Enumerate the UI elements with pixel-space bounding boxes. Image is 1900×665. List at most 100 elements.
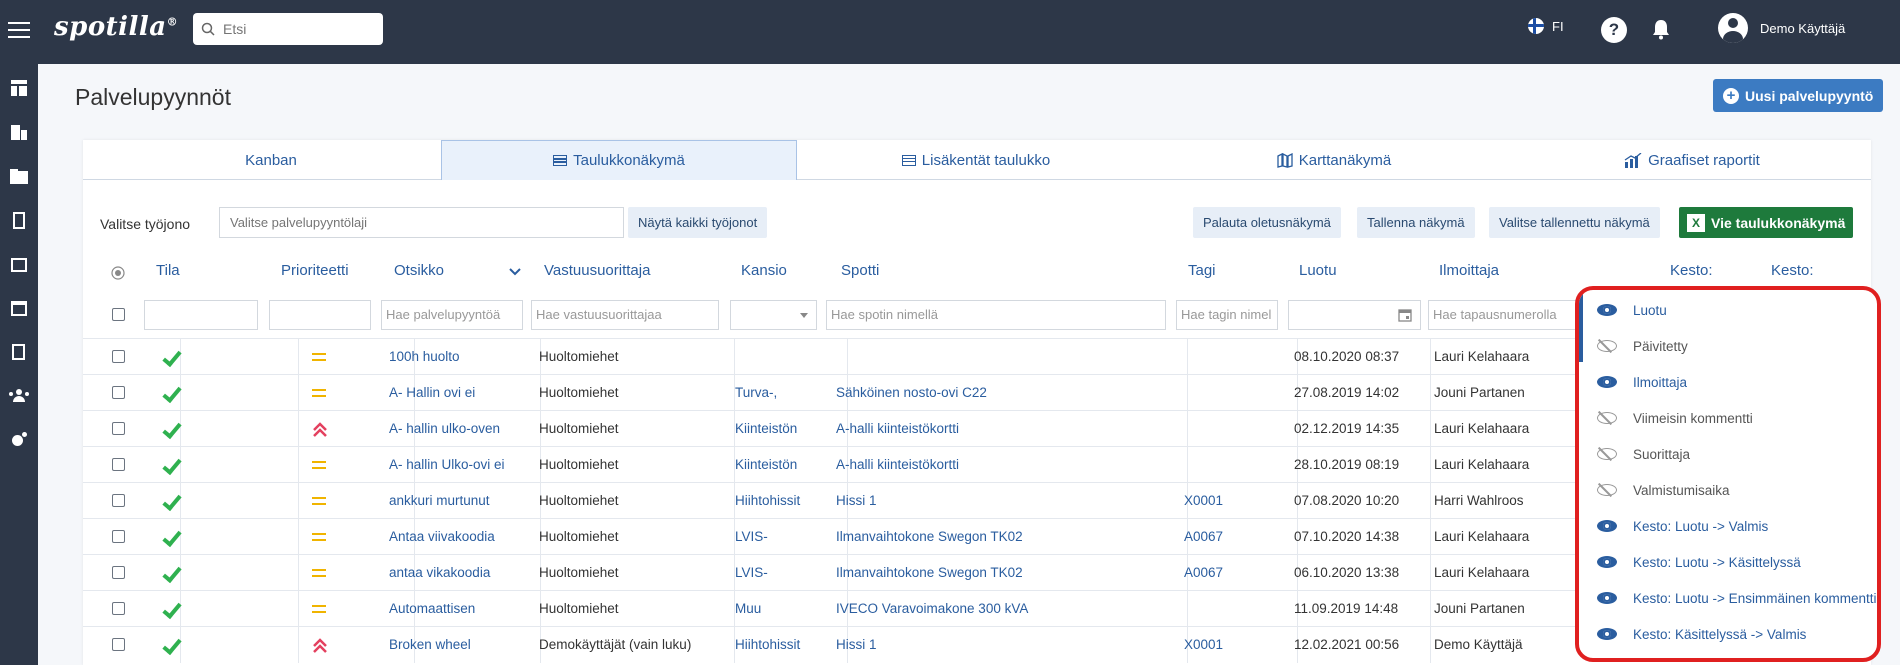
select-saved-view-button[interactable]: Valitse tallennettu näkymä [1489, 207, 1660, 238]
row-checkbox[interactable] [112, 458, 125, 471]
row-checkbox[interactable] [112, 494, 125, 507]
row-folder[interactable] [735, 339, 820, 375]
bell-icon[interactable] [1651, 18, 1671, 40]
row-tag[interactable]: A0067 [1184, 519, 1274, 555]
row-folder[interactable]: Turva-, [735, 375, 820, 411]
export-table-button[interactable]: X Vie taulukkonäkymä [1679, 207, 1854, 238]
column-header-spot[interactable]: Spotti [841, 262, 879, 279]
column-header-tag[interactable]: Tagi [1188, 262, 1216, 279]
row-title[interactable]: A- hallin Ulko-ovi ei [389, 447, 529, 483]
row-title[interactable]: 100h huolto [389, 339, 529, 375]
row-spot[interactable]: A-halli kiinteistökortti [836, 411, 1166, 447]
column-header-responsible[interactable]: Vastuusuorittaja [544, 262, 650, 279]
select-all-settings-icon[interactable] [111, 266, 125, 280]
buildings-icon[interactable] [9, 122, 29, 142]
row-tag[interactable]: A0067 [1184, 555, 1274, 591]
spotilla-logo[interactable]: spotilla® [54, 12, 178, 42]
status-filter[interactable] [144, 300, 258, 330]
user-menu[interactable]: Demo Käyttäjä [1718, 13, 1845, 43]
dashboard-icon[interactable] [9, 78, 29, 98]
row-spot[interactable]: Ilmanvaihtokone Swegon TK02 [836, 555, 1166, 591]
column-toggle-item[interactable]: Ilmoittaja [1579, 364, 1877, 400]
row-checkbox[interactable] [112, 350, 125, 363]
reporter-filter[interactable]: Hae tapausnumerolla [1428, 300, 1578, 330]
column-toggle-item[interactable]: Kesto: Luotu -> Ensimmäinen kommentti [1579, 580, 1877, 616]
show-all-queues-button[interactable]: Näytä kaikki työjonot [628, 207, 768, 238]
column-toggle-item[interactable]: Suorittaja [1579, 436, 1877, 472]
column-header-reporter[interactable]: Ilmoittaja [1439, 262, 1499, 279]
hamburger-menu-icon[interactable] [8, 22, 30, 40]
row-spot[interactable] [836, 339, 1166, 375]
property-icon[interactable] [9, 254, 29, 274]
row-tag[interactable] [1184, 411, 1274, 447]
select-all-checkbox[interactable] [112, 308, 125, 321]
tag-filter[interactable]: Hae tagin nimel [1176, 300, 1278, 330]
row-folder[interactable]: LVIS- [735, 519, 820, 555]
title-filter[interactable]: Hae palvelupyyntöä [381, 300, 523, 330]
row-folder[interactable]: Kiinteistön [735, 411, 820, 447]
row-spot[interactable]: Ilmanvaihtokone Swegon TK02 [836, 519, 1166, 555]
row-folder[interactable]: Hiihtohissit [735, 627, 820, 663]
tab-graphical-reports[interactable]: Graafiset raportit [1513, 140, 1871, 180]
report-icon[interactable] [9, 342, 29, 362]
column-toggle-item[interactable]: Valmistumisaika [1579, 472, 1877, 508]
row-tag[interactable] [1184, 591, 1274, 627]
row-folder[interactable]: Hiihtohissit [735, 483, 820, 519]
row-checkbox[interactable] [112, 638, 125, 651]
row-title[interactable]: A- hallin ulko-oven [389, 411, 529, 447]
row-title[interactable]: Broken wheel [389, 627, 529, 663]
row-checkbox[interactable] [112, 566, 125, 579]
row-folder[interactable]: Muu [735, 591, 820, 627]
row-title[interactable]: A- Hallin ovi ei [389, 375, 529, 411]
row-tag[interactable]: X0001 [1184, 627, 1274, 663]
column-header-status[interactable]: Tila [156, 262, 180, 279]
column-header-folder[interactable]: Kansio [741, 262, 787, 279]
folder-icon[interactable] [9, 166, 29, 186]
settings-icon[interactable] [9, 430, 29, 450]
responsible-filter[interactable]: Hae vastuusuorittajaa [531, 300, 719, 330]
column-toggle-item[interactable]: Kesto: Käsittelyssä -> Valmis [1579, 616, 1877, 652]
row-checkbox[interactable] [112, 422, 125, 435]
row-checkbox[interactable] [112, 386, 125, 399]
tab-table-view[interactable]: Taulukkonäkymä [441, 140, 797, 180]
spot-filter[interactable]: Hae spotin nimellä [826, 300, 1166, 330]
row-tag[interactable] [1184, 447, 1274, 483]
row-tag[interactable] [1184, 339, 1274, 375]
row-title[interactable]: ankkuri murtunut [389, 483, 529, 519]
priority-filter[interactable] [269, 300, 371, 330]
calendar-icon[interactable] [9, 298, 29, 318]
row-spot[interactable]: A-halli kiinteistökortti [836, 447, 1166, 483]
tab-extra-fields-table[interactable]: Lisäkentät taulukko [797, 140, 1155, 180]
global-search-input[interactable] [221, 20, 371, 38]
new-service-request-button[interactable]: + Uusi palvelupyyntö [1713, 79, 1884, 112]
row-folder[interactable]: Kiinteistön [735, 447, 820, 483]
row-title[interactable]: antaa vikakoodia [389, 555, 529, 591]
language-selector[interactable]: FI [1528, 18, 1564, 34]
reset-view-button[interactable]: Palauta oletusnäkymä [1193, 207, 1341, 238]
global-search[interactable] [193, 13, 383, 45]
row-spot[interactable]: Sähköinen nosto-ovi C22 [836, 375, 1166, 411]
column-toggle-item[interactable]: Luotu [1579, 292, 1877, 328]
clipboard-icon[interactable] [9, 210, 29, 230]
row-folder[interactable]: LVIS- [735, 555, 820, 591]
row-tag[interactable]: X0001 [1184, 483, 1274, 519]
row-title[interactable]: Antaa viivakoodia [389, 519, 529, 555]
row-checkbox[interactable] [112, 530, 125, 543]
help-icon[interactable]: ? [1601, 17, 1627, 43]
row-spot[interactable]: Hissi 1 [836, 483, 1166, 519]
column-toggle-item[interactable]: Viimeisin kommentti [1579, 400, 1877, 436]
column-header-created[interactable]: Luotu [1299, 262, 1337, 279]
column-toggle-item[interactable]: Kesto: Luotu -> Valmis [1579, 508, 1877, 544]
created-date-filter[interactable] [1288, 300, 1421, 330]
row-checkbox[interactable] [112, 602, 125, 615]
calendar-icon[interactable] [1398, 308, 1412, 322]
tab-kanban[interactable]: Kanban [83, 140, 441, 180]
folder-filter[interactable] [730, 300, 817, 330]
row-title[interactable]: Automaattisen [389, 591, 529, 627]
tab-map-view[interactable]: Karttanäkymä [1155, 140, 1513, 180]
users-icon[interactable] [9, 386, 29, 406]
column-header-duration-1[interactable]: Kesto: [1670, 262, 1713, 279]
column-toggle-item[interactable]: Kesto: Luotu -> Käsittelyssä [1579, 544, 1877, 580]
column-header-title[interactable]: Otsikko [394, 262, 444, 279]
row-spot[interactable]: IVECO Varavoimakone 300 kVA [836, 591, 1166, 627]
